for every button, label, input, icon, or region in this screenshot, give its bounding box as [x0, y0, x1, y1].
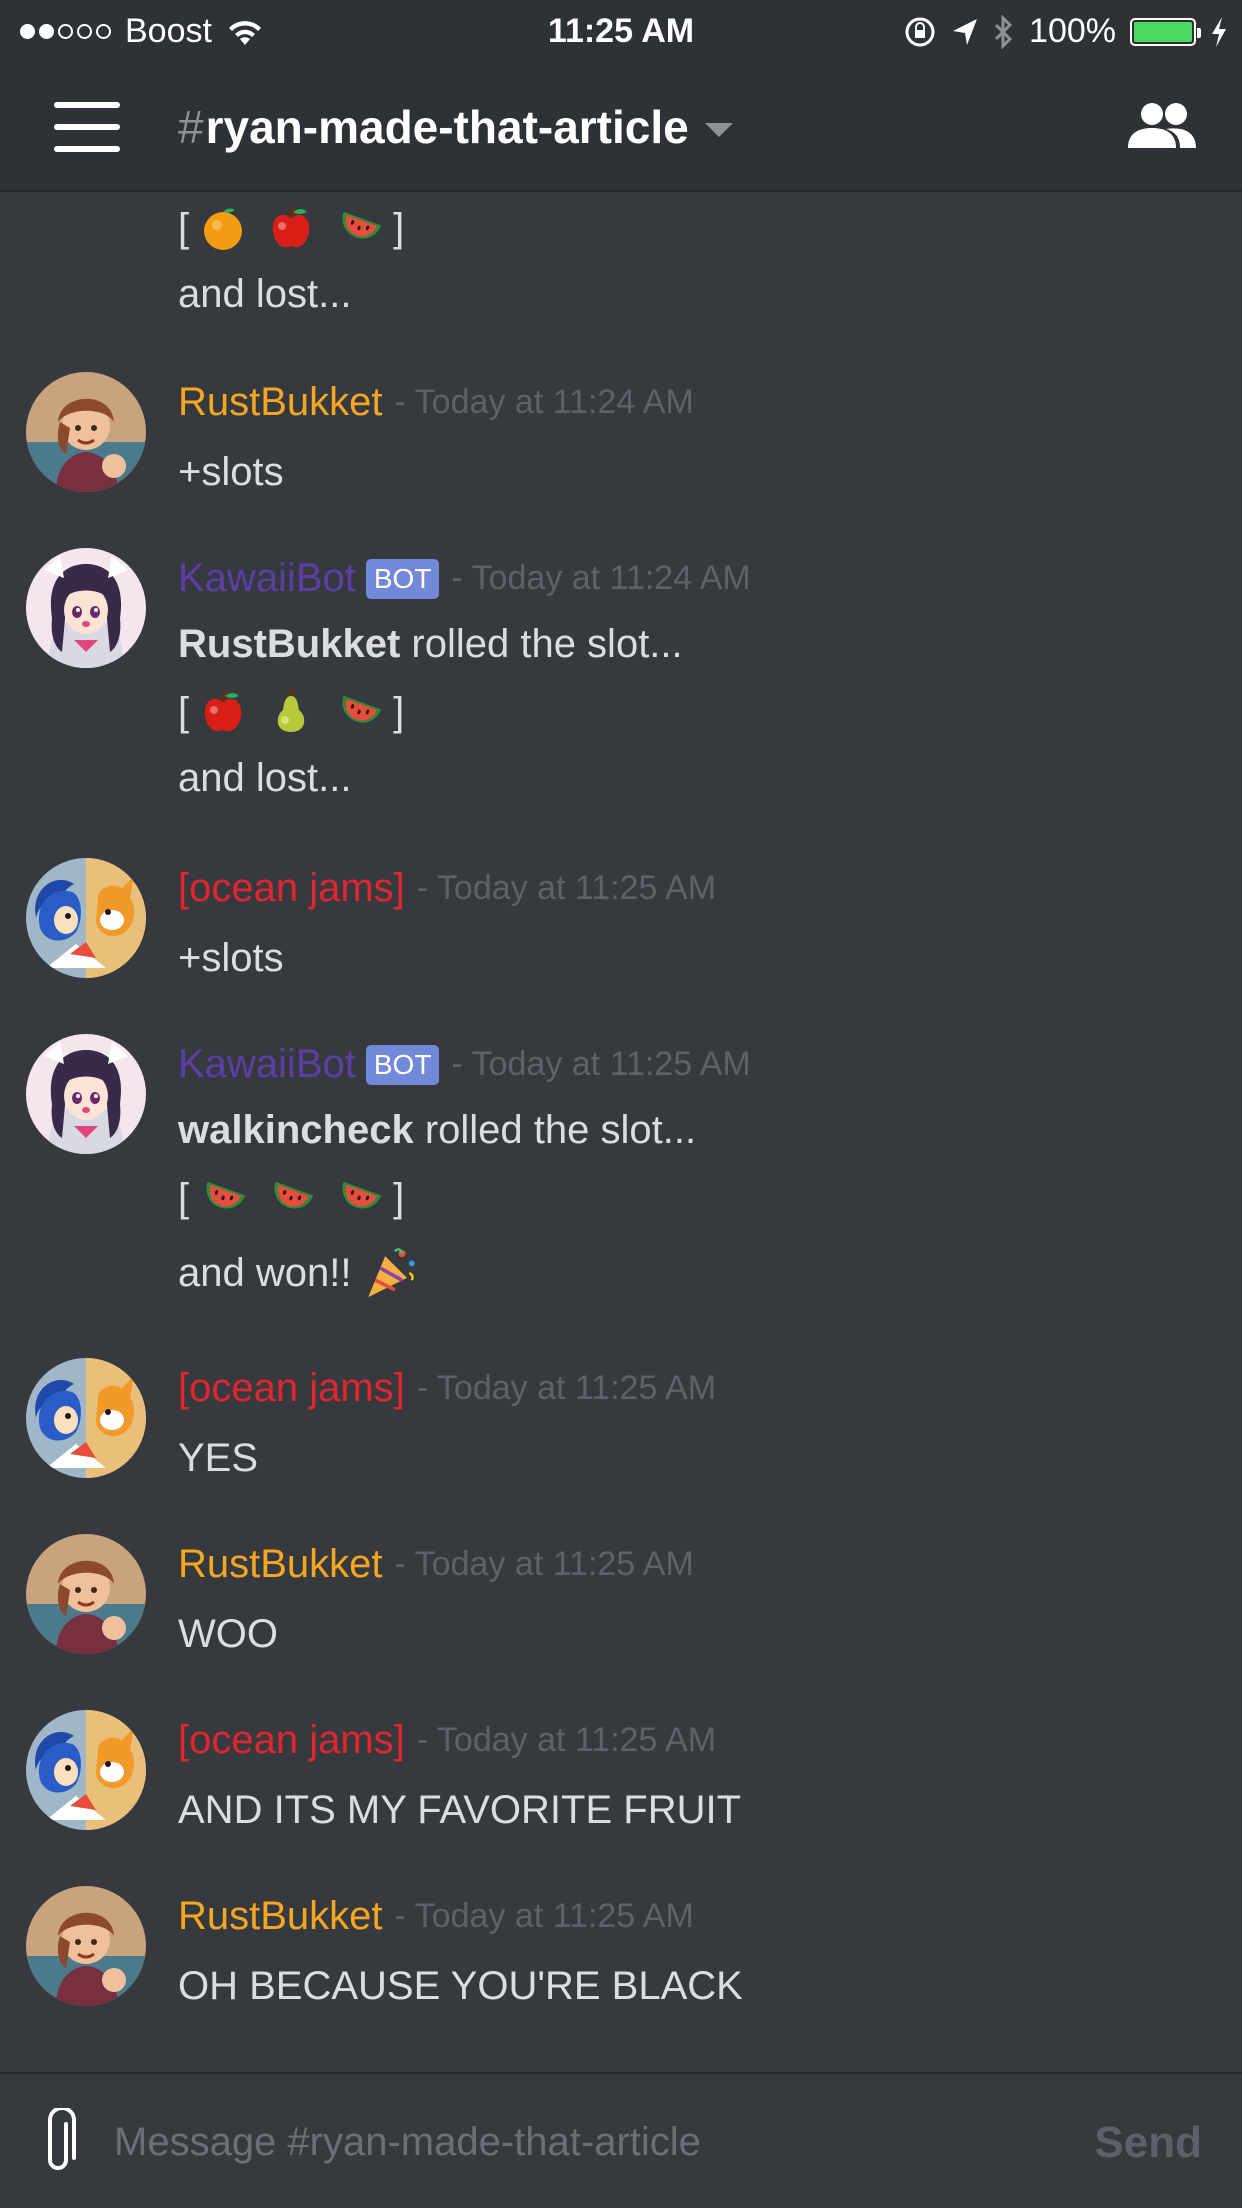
bot-tag: BOT: [365, 1044, 440, 1085]
slot-row: [ ]: [178, 688, 404, 736]
message-text: OH BECAUSE YOU'RE BLACK: [178, 1964, 743, 2008]
hamburger-icon[interactable]: [54, 102, 120, 152]
message-text: and lost...: [178, 272, 352, 316]
message-text: YES: [178, 1436, 259, 1480]
bot-tag: BOT: [365, 558, 440, 599]
username[interactable]: RustBukket: [178, 1542, 383, 1587]
message-text: walkincheck rolled the slot...: [178, 1108, 696, 1153]
channel-header: # ryan-made-that-article: [0, 62, 1242, 192]
username[interactable]: RustBukket: [178, 1894, 383, 1939]
slot-row: [ ]: [178, 1174, 404, 1222]
paperclip-icon[interactable]: [40, 2108, 76, 2178]
avatar[interactable]: [26, 858, 146, 978]
mention-roller: walkincheck: [178, 1108, 414, 1152]
message-header: RustBukket - Today at 11:24 AM: [178, 380, 694, 425]
orientation-lock-icon: [905, 17, 935, 46]
battery-percent: 100%: [1029, 12, 1116, 50]
message-text: RustBukket rolled the slot...: [178, 622, 683, 667]
location-arrow-icon: [953, 18, 978, 45]
username[interactable]: [ocean jams]: [178, 866, 405, 911]
avatar[interactable]: [26, 1886, 146, 2006]
message-text: +slots: [178, 936, 284, 980]
send-button[interactable]: Send: [1094, 2118, 1202, 2168]
result-text: and won!!: [178, 1250, 352, 1295]
orange-emoji-icon: [199, 204, 247, 252]
pear-emoji-icon: [267, 688, 315, 736]
apple-emoji-icon: [199, 688, 247, 736]
bluetooth-icon: [994, 14, 1013, 49]
mention-roller: RustBukket: [178, 622, 401, 666]
avatar[interactable]: [26, 548, 146, 668]
message-header: RustBukket - Today at 11:25 AM: [178, 1894, 694, 1939]
message-input[interactable]: [114, 2104, 1054, 2180]
watermelon-emoji-icon: [199, 1174, 247, 1222]
username[interactable]: [ocean jams]: [178, 1718, 405, 1763]
battery-icon: [1130, 17, 1201, 46]
message-header: [ocean jams] - Today at 11:25 AM: [178, 866, 716, 911]
username[interactable]: RustBukket: [178, 380, 383, 425]
timestamp: - Today at 11:24 AM: [451, 559, 751, 597]
message-composer: Send: [0, 2072, 1242, 2208]
watermelon-emoji-icon: [267, 1174, 315, 1222]
username[interactable]: [ocean jams]: [178, 1366, 405, 1411]
avatar[interactable]: [26, 1358, 146, 1478]
watermelon-emoji-icon: [335, 688, 383, 736]
timestamp: - Today at 11:25 AM: [394, 1545, 694, 1583]
message-header: KawaiiBot BOT - Today at 11:25 AM: [178, 1042, 751, 1087]
roll-text: rolled the slot...: [411, 622, 683, 666]
timestamp: - Today at 11:24 AM: [394, 383, 694, 421]
party-popper-emoji-icon: [361, 1244, 419, 1302]
timestamp: - Today at 11:25 AM: [416, 1721, 717, 1759]
timestamp: - Today at 11:25 AM: [416, 1369, 717, 1407]
slot-row: [ ]: [178, 204, 404, 252]
channel-title[interactable]: # ryan-made-that-article: [178, 100, 733, 154]
watermelon-emoji-icon: [335, 1174, 383, 1222]
message-text: and lost...: [178, 756, 352, 800]
avatar[interactable]: [26, 372, 146, 492]
charging-bolt-icon: [1212, 16, 1226, 47]
roll-text: rolled the slot...: [424, 1108, 697, 1152]
watermelon-emoji-icon: [335, 204, 383, 252]
members-icon[interactable]: [1126, 98, 1198, 154]
timestamp: - Today at 11:25 AM: [416, 869, 717, 907]
message-text: +slots: [178, 450, 284, 494]
status-right: 100%: [903, 12, 1228, 51]
channel-name: ryan-made-that-article: [205, 101, 689, 153]
username[interactable]: KawaiiBot: [178, 1042, 356, 1087]
message-header: [ocean jams] - Today at 11:25 AM: [178, 1366, 716, 1411]
timestamp: - Today at 11:25 AM: [394, 1897, 694, 1935]
message-text: AND ITS MY FAVORITE FRUIT: [178, 1788, 742, 1832]
message-header: KawaiiBot BOT - Today at 11:24 AM: [178, 556, 751, 601]
message-list[interactable]: [ ] and lost... RustBukket - Today at 11…: [0, 194, 1242, 2072]
avatar[interactable]: [26, 1534, 146, 1654]
timestamp: - Today at 11:25 AM: [451, 1045, 751, 1083]
message-header: RustBukket - Today at 11:25 AM: [178, 1542, 694, 1587]
avatar[interactable]: [26, 1710, 146, 1830]
avatar[interactable]: [26, 1034, 146, 1154]
chevron-down-icon: [704, 123, 733, 137]
username[interactable]: KawaiiBot: [178, 556, 356, 601]
message-header: [ocean jams] - Today at 11:25 AM: [178, 1718, 716, 1763]
status-bar: Boost 11:25 AM 100%: [0, 0, 1242, 62]
channel-hash: #: [178, 101, 204, 153]
apple-emoji-icon: [267, 204, 315, 252]
message-text: WOO: [178, 1612, 278, 1656]
message-text: and won!!: [178, 1244, 429, 1302]
